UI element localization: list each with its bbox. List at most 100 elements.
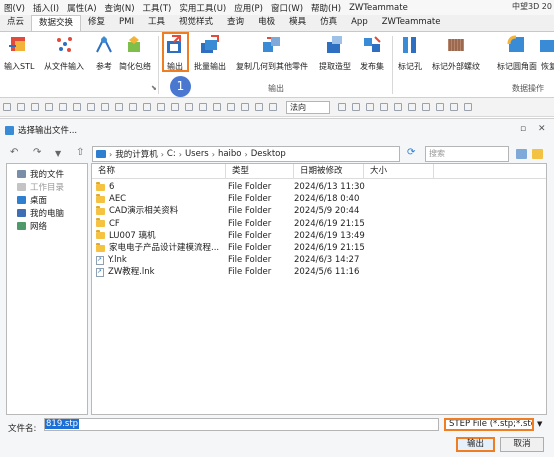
address-bar[interactable]: › 我的计算机 › C: › Users › haibo › Desktop xyxy=(92,146,400,162)
menu-utilities[interactable]: 实用工具(U) xyxy=(175,2,230,14)
redo-tool-icon[interactable] xyxy=(87,103,95,111)
publish-set-button[interactable]: 发布集 xyxy=(360,34,384,74)
play-tool-icon[interactable] xyxy=(338,103,346,111)
sidebar-item-network[interactable]: 网络 xyxy=(7,219,87,232)
file-row[interactable]: 6 File Folder 2024/6/13 11:30 xyxy=(92,181,546,193)
arc-tool-icon[interactable] xyxy=(436,103,444,111)
mark-external-thread-button[interactable]: 标记外部螺纹 xyxy=(432,34,480,74)
render-tool-icon[interactable] xyxy=(143,103,151,111)
column-header-name[interactable]: 名称 xyxy=(92,164,226,178)
file-row[interactable]: AEC File Folder 2024/6/18 0:40 xyxy=(92,193,546,205)
menu-tools[interactable]: 工具(T) xyxy=(139,2,176,14)
tab-electrode[interactable]: 电极 xyxy=(251,15,282,31)
file-row[interactable]: LU007 璃机 File Folder 2024/6/19 13:49 xyxy=(92,230,546,242)
undo-tool-icon[interactable] xyxy=(73,103,81,111)
sidebar-item-desktop[interactable]: 桌面 xyxy=(7,193,87,206)
export-dialog-button[interactable]: 输出 xyxy=(456,437,495,452)
layer-tool-icon[interactable] xyxy=(115,103,123,111)
fit-tool-icon[interactable] xyxy=(241,103,249,111)
pan-tool-icon[interactable] xyxy=(213,103,221,111)
sidebar-item-my-computer[interactable]: 我的电脑 xyxy=(7,206,87,219)
trace-tool-icon[interactable] xyxy=(394,103,402,111)
record-tool-icon[interactable] xyxy=(380,103,388,111)
menu-window[interactable]: 窗口(W) xyxy=(267,2,307,14)
display-tool-icon[interactable] xyxy=(269,103,277,111)
new-folder-icon[interactable] xyxy=(532,149,543,159)
restore-button[interactable]: 恢复 xyxy=(538,34,554,74)
tab-visual-style[interactable]: 视觉样式 xyxy=(172,15,220,31)
cancel-button[interactable]: 取消 xyxy=(500,437,544,452)
sidebar-item-my-files[interactable]: 我的文件 xyxy=(7,167,87,180)
menu-attribute[interactable]: 属性(A) xyxy=(63,2,100,14)
axis-tool-icon[interactable] xyxy=(464,103,472,111)
refresh-icon[interactable]: ⟳ xyxy=(407,147,415,158)
tab-query[interactable]: 查询 xyxy=(220,15,251,31)
address-segment-haibo[interactable]: haibo xyxy=(215,149,245,159)
tab-simulation[interactable]: 仿真 xyxy=(313,15,344,31)
tab-data-exchange[interactable]: 数据交换 xyxy=(31,15,82,31)
stop-tool-icon[interactable] xyxy=(366,103,374,111)
menu-query[interactable]: 查询(N) xyxy=(101,2,139,14)
column-header-type[interactable]: 类型 xyxy=(226,164,294,178)
history-dropdown-icon[interactable]: ▼ xyxy=(55,149,61,158)
search-input[interactable]: 搜索 xyxy=(425,146,509,162)
simplify-envelope-button[interactable]: 简化包络 xyxy=(119,34,151,74)
select-tool-icon[interactable] xyxy=(3,103,11,111)
batch-export-button[interactable]: 批量输出 xyxy=(194,34,226,74)
chevron-down-icon[interactable]: ▼ xyxy=(537,420,542,428)
import-from-file-button[interactable]: 从文件输入 xyxy=(44,34,84,74)
tab-pmi[interactable]: PMI xyxy=(112,15,141,31)
direction-select[interactable]: 法向 xyxy=(286,100,330,114)
address-segment-desktop[interactable]: Desktop xyxy=(248,149,289,159)
point-tool-icon[interactable] xyxy=(408,103,416,111)
menu-view[interactable]: 图(V) xyxy=(0,2,29,14)
tab-mold[interactable]: 模具 xyxy=(282,15,313,31)
file-row[interactable]: 家电电子产品设计建模流程... File Folder 2024/6/19 21… xyxy=(92,242,546,254)
file-row[interactable]: CAD演示相关资料 File Folder 2024/5/9 20:44 xyxy=(92,205,546,217)
measure-tool-icon[interactable] xyxy=(129,103,137,111)
up-folder-icon[interactable]: ⇧ xyxy=(76,147,84,158)
group-expander-icon[interactable]: ⬊ xyxy=(151,84,157,92)
import-stl-button[interactable]: 输入STL xyxy=(4,34,34,74)
address-segment-c[interactable]: C: xyxy=(164,149,179,159)
menu-apps[interactable]: 应用(P) xyxy=(230,2,267,14)
column-header-size[interactable]: 大小 xyxy=(364,164,434,178)
section-tool-icon[interactable] xyxy=(185,103,193,111)
view-mode-icon[interactable] xyxy=(516,149,527,159)
menu-insert[interactable]: 插入(I) xyxy=(29,2,63,14)
mark-hole-button[interactable]: 标记孔 xyxy=(398,34,422,74)
close-icon[interactable]: ✕ xyxy=(538,124,546,134)
reference-button[interactable]: 参考 xyxy=(93,34,115,74)
pick-tool-icon[interactable] xyxy=(45,103,53,111)
view-tool-icon[interactable] xyxy=(101,103,109,111)
orient-tool-icon[interactable] xyxy=(255,103,263,111)
copy-geometry-button[interactable]: 复制几何到其他零件 xyxy=(236,34,308,74)
rotate-tool-icon[interactable] xyxy=(227,103,235,111)
address-segment-users[interactable]: Users xyxy=(182,149,212,159)
file-row[interactable]: Y.lnk File Folder 2024/6/3 14:27 xyxy=(92,254,546,266)
menu-help[interactable]: 帮助(H) xyxy=(307,2,345,14)
mark-fillet-face-button[interactable]: 标记圆角面 xyxy=(497,34,537,74)
column-header-date[interactable]: 日期被修改 xyxy=(294,164,364,178)
back-icon[interactable]: ↶ xyxy=(10,147,18,158)
restore-window-icon[interactable]: ▫ xyxy=(520,124,526,134)
tab-app[interactable]: App xyxy=(344,15,375,31)
snap-tool-icon[interactable] xyxy=(31,103,39,111)
tab-repair[interactable]: 修复 xyxy=(81,15,112,31)
line-tool-icon[interactable] xyxy=(422,103,430,111)
extract-shape-button[interactable]: 提取造型 xyxy=(319,34,351,74)
light-tool-icon[interactable] xyxy=(157,103,165,111)
file-row[interactable]: CF File Folder 2024/6/19 21:15 xyxy=(92,218,546,230)
zoom-tool-icon[interactable] xyxy=(199,103,207,111)
tab-tools[interactable]: 工具 xyxy=(141,15,172,31)
forward-icon[interactable]: ↷ xyxy=(33,147,41,158)
step-tool-icon[interactable] xyxy=(352,103,360,111)
tab-zwteammate[interactable]: ZWTeammate xyxy=(375,15,448,31)
file-type-select[interactable]: STEP File (*.stp;*.step) xyxy=(444,418,534,431)
plane-tool-icon[interactable] xyxy=(450,103,458,111)
camera-tool-icon[interactable] xyxy=(171,103,179,111)
grid-tool-icon[interactable] xyxy=(59,103,67,111)
address-segment-computer[interactable]: 我的计算机 xyxy=(112,148,161,160)
menu-zwteammate[interactable]: ZWTeammate xyxy=(345,3,412,13)
filename-input[interactable]: 819.stp xyxy=(44,418,439,431)
